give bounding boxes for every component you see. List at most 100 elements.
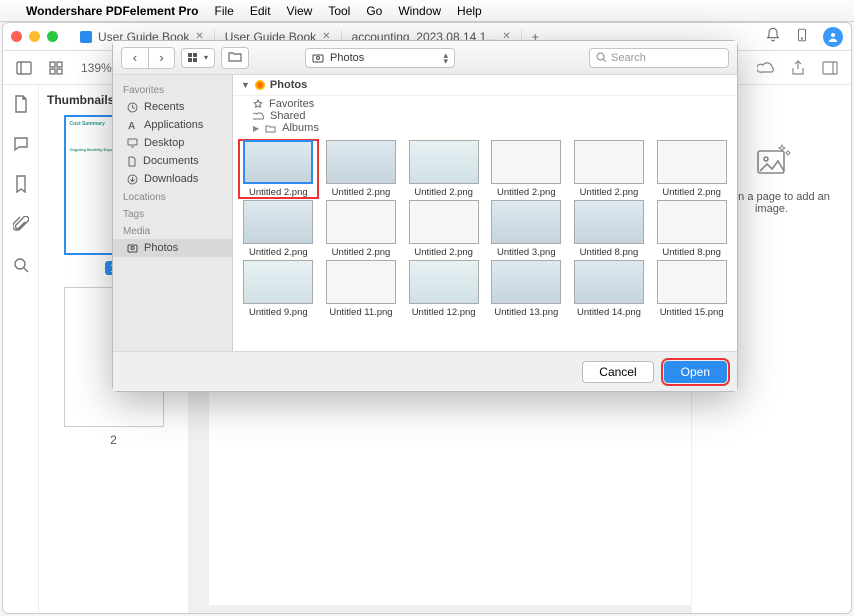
share-icon[interactable] xyxy=(787,57,809,79)
file-name: Untitled 2.png xyxy=(322,247,401,258)
menu-help[interactable]: Help xyxy=(457,4,482,18)
sidebar-desktop[interactable]: Desktop xyxy=(113,134,232,152)
menu-window[interactable]: Window xyxy=(398,4,441,18)
app-name[interactable]: Wondershare PDFelement Pro xyxy=(26,4,199,18)
folder-button[interactable] xyxy=(221,47,249,69)
file-name: Untitled 2.png xyxy=(570,187,649,198)
file-thumbnail xyxy=(491,260,561,304)
file-name: Untitled 3.png xyxy=(487,247,566,258)
open-button[interactable]: Open xyxy=(664,361,727,383)
file-name: Untitled 2.png xyxy=(239,187,318,198)
file-item[interactable]: Untitled 15.png xyxy=(652,260,731,318)
zoom-level[interactable]: 139% xyxy=(81,61,112,75)
file-thumbnail xyxy=(657,260,727,304)
path-bar[interactable]: ▼ Photos xyxy=(233,75,737,96)
file-thumbnail xyxy=(574,260,644,304)
user-avatar[interactable] xyxy=(823,27,843,47)
menu-view[interactable]: View xyxy=(287,4,313,18)
file-item[interactable]: Untitled 2.png xyxy=(404,200,483,258)
bookmark-icon[interactable] xyxy=(14,175,28,198)
section-locations: Locations xyxy=(113,188,232,205)
grid-icon[interactable] xyxy=(45,57,67,79)
sidebar-photos[interactable]: Photos xyxy=(113,239,232,257)
sidebar-applications[interactable]: AApplications xyxy=(113,116,232,134)
back-button[interactable]: ‹ xyxy=(122,48,148,68)
dialog-footer: Cancel Open xyxy=(113,351,737,391)
cancel-button[interactable]: Cancel xyxy=(582,361,653,383)
page-number-2: 2 xyxy=(47,433,180,447)
section-favorites: Favorites xyxy=(113,81,232,98)
search-field[interactable]: Search xyxy=(589,48,729,68)
path-label: Photos xyxy=(270,79,307,91)
file-item[interactable]: Untitled 2.png xyxy=(652,140,731,198)
forward-button[interactable]: › xyxy=(148,48,174,68)
file-thumbnail xyxy=(657,140,727,184)
file-name: Untitled 9.png xyxy=(239,307,318,318)
dialog-toolbar: ‹ › ▾ Photos ▴▾ Search xyxy=(113,41,737,75)
sidebar-documents[interactable]: Documents xyxy=(113,152,232,170)
menu-go[interactable]: Go xyxy=(366,4,382,18)
menu-edit[interactable]: Edit xyxy=(250,4,271,18)
bell-icon[interactable] xyxy=(765,27,781,47)
pdf-icon xyxy=(80,31,92,43)
file-item[interactable]: Untitled 2.png xyxy=(487,140,566,198)
file-open-dialog: ‹ › ▾ Photos ▴▾ Search Favorites Recents… xyxy=(112,40,738,392)
file-item[interactable]: Untitled 2.png xyxy=(322,200,401,258)
file-item[interactable]: Untitled 14.png xyxy=(570,260,649,318)
sidebar-recents[interactable]: Recents xyxy=(113,98,232,116)
svg-text:A: A xyxy=(128,121,135,131)
file-item[interactable]: Untitled 2.png xyxy=(322,140,401,198)
file-thumbnail xyxy=(326,200,396,244)
file-thumbnail xyxy=(409,260,479,304)
tree-albums[interactable]: ▶Albums xyxy=(253,122,729,134)
file-thumbnail xyxy=(326,260,396,304)
file-thumbnail xyxy=(491,200,561,244)
file-item[interactable]: Untitled 9.png xyxy=(239,260,318,318)
traffic-lights xyxy=(11,31,58,42)
file-thumbnail xyxy=(409,200,479,244)
panel-toggle-icon[interactable] xyxy=(819,57,841,79)
zoom-window-icon[interactable] xyxy=(47,31,58,42)
image-tool-icon xyxy=(752,141,792,181)
left-tool-rail xyxy=(3,85,39,613)
file-name: Untitled 13.png xyxy=(487,307,566,318)
file-name: Untitled 14.png xyxy=(570,307,649,318)
file-item[interactable]: Untitled 8.png xyxy=(570,200,649,258)
cloud-icon[interactable] xyxy=(755,57,777,79)
file-item[interactable]: Untitled 12.png xyxy=(404,260,483,318)
sidebar-toggle-icon[interactable] xyxy=(13,57,35,79)
menu-file[interactable]: File xyxy=(215,4,234,18)
file-icon[interactable] xyxy=(13,95,29,118)
mobile-icon[interactable] xyxy=(795,27,809,47)
file-item[interactable]: Untitled 13.png xyxy=(487,260,566,318)
file-item[interactable]: Untitled 2.png xyxy=(404,140,483,198)
file-item[interactable]: Untitled 8.png xyxy=(652,200,731,258)
file-item[interactable]: Untitled 3.png xyxy=(487,200,566,258)
disclosure-triangle-icon[interactable]: ▼ xyxy=(241,80,250,90)
file-name: Untitled 8.png xyxy=(652,247,731,258)
file-name: Untitled 15.png xyxy=(652,307,731,318)
close-window-icon[interactable] xyxy=(11,31,22,42)
section-tags: Tags xyxy=(113,205,232,222)
search-icon[interactable] xyxy=(13,257,29,278)
tree-favorites[interactable]: Favorites xyxy=(253,98,729,110)
file-thumbnail xyxy=(409,140,479,184)
file-item[interactable]: Untitled 2.png xyxy=(239,140,318,198)
tree-shared[interactable]: Shared xyxy=(253,110,729,122)
view-mode-select[interactable]: ▾ xyxy=(181,48,215,68)
file-item[interactable]: Untitled 2.png xyxy=(239,200,318,258)
location-select[interactable]: Photos ▴▾ xyxy=(305,48,455,68)
file-name: Untitled 8.png xyxy=(570,247,649,258)
file-item[interactable]: Untitled 11.png xyxy=(322,260,401,318)
comment-icon[interactable] xyxy=(13,136,29,157)
file-browser: ▼ Photos Favorites Shared ▶Albums Untitl… xyxy=(233,75,737,351)
file-name: Untitled 2.png xyxy=(322,187,401,198)
file-item[interactable]: Untitled 2.png xyxy=(570,140,649,198)
sidebar-downloads[interactable]: Downloads xyxy=(113,170,232,188)
menu-tool[interactable]: Tool xyxy=(328,4,350,18)
minimize-window-icon[interactable] xyxy=(29,31,40,42)
file-name: Untitled 2.png xyxy=(652,187,731,198)
attachment-icon[interactable] xyxy=(13,216,29,239)
file-thumbnail xyxy=(326,140,396,184)
file-name: Untitled 2.png xyxy=(404,187,483,198)
